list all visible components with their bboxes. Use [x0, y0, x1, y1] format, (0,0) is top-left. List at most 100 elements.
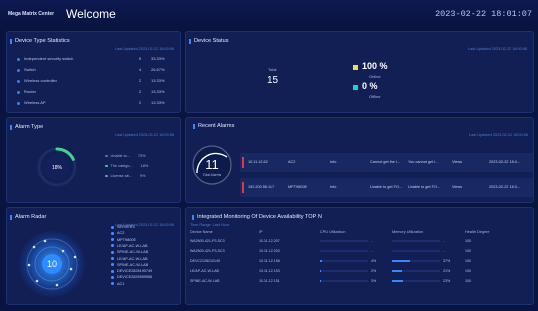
alarm-device: AC2: [288, 160, 296, 164]
device-type-name: Router: [24, 89, 37, 94]
radar-device-name: DEVICE2828190749: [117, 269, 153, 274]
device-type-percent: 13.33%: [151, 100, 165, 105]
table-row[interactable]: WA2600-421-FS,SC3 10.11.12.203 - - 100: [189, 246, 529, 256]
radar-device-item: LE/AP-AC-W-LAB: [111, 257, 148, 261]
online-label: Online: [369, 74, 381, 79]
mem-usage-value: 21%: [443, 269, 451, 273]
radar-device-item: SPINE-AC-W-LAB: [111, 250, 148, 254]
alarm-time: 192.200.56.117: [248, 185, 275, 189]
bullet-icon: [17, 69, 20, 72]
device-dot-icon: [111, 282, 114, 286]
bullet-icon: [17, 91, 20, 94]
device-status-panel: Device Status Last Updated 2023-02-22 18…: [185, 31, 534, 113]
radar-blip: [27, 263, 31, 267]
page-title: Welcome: [66, 7, 116, 21]
table-row[interactable]: SPINE-AC-W-LAB 10.11.12.151 3% 23% 100: [189, 276, 529, 286]
mem-usage-bar: [392, 260, 440, 262]
device-type-percent: 26.67%: [151, 67, 165, 72]
online-legend-swatch: [353, 65, 358, 70]
bullet-icon: [17, 102, 20, 105]
table-row[interactable]: LE/AP-AC-W-LAB 10.11.12.153 2% 21% 100: [189, 266, 529, 276]
time-range-label: Time Range: Last Hour: [190, 223, 230, 227]
device-name-cell: WA2600-421-FS,SC3: [190, 239, 225, 243]
alarm-level: Info: [330, 160, 337, 164]
mem-usage-bar: [392, 280, 440, 282]
device-type-count: 4: [139, 67, 142, 72]
radar-center-count: 10: [47, 259, 57, 269]
alarm-date: 2023-02-22 18:4...: [489, 160, 521, 164]
radar-device-name: AC2: [117, 231, 125, 236]
device-dot-icon: [111, 275, 114, 279]
alarm-row[interactable]: 10.11.12.62 AC2 Info Cannot get the l... You…: [240, 153, 534, 172]
last-updated: Last Updated 2023-02-22 18:00:56: [468, 47, 527, 51]
device-type-count: 5: [139, 56, 142, 61]
bullet-icon: [17, 58, 20, 61]
radar-blip: [43, 239, 47, 243]
device-dot-icon: [111, 257, 114, 260]
cpu-usage-bar: [320, 270, 368, 272]
device-type-percent: 13.33%: [151, 78, 165, 83]
radar-device-name: DEVICE2828959556: [117, 275, 153, 280]
radar-device-item: MPT9800E: [111, 238, 136, 242]
panel-title: Alarm Radar: [9, 214, 47, 220]
alarm-row[interactable]: 192.200.56.117 MPT9800E Info Unable to get …: [240, 178, 534, 197]
cpu-usage-bar: [320, 260, 368, 262]
alarm-type-percent: 73%: [137, 154, 146, 158]
cpu-usage-bar: [320, 240, 368, 242]
cpu-usage-fill: [320, 260, 322, 262]
alarm-type-label: Unable to...: [110, 154, 130, 158]
alarm-action[interactable]: Views: [452, 160, 462, 164]
column-header-health: Health Degree: [465, 230, 490, 234]
device-type-name: Switch: [24, 67, 36, 72]
mem-usage-value: 23%: [443, 279, 451, 283]
radar-blip: [61, 249, 65, 253]
device-type-name: Wireless controller: [24, 78, 57, 83]
mem-usage-fill: [392, 260, 410, 262]
device-type-row: Wireless controller 2 13.33%: [17, 78, 177, 86]
health-degree-cell: 100: [465, 239, 471, 243]
health-degree-cell: 100: [465, 269, 471, 273]
radar-device-item: AC1: [111, 282, 124, 286]
current-datetime: 2023-02-22 18:01:07: [435, 9, 532, 19]
radar-device-name: SPINE-AC-W-LAB: [117, 250, 149, 255]
health-degree-cell: 100: [465, 279, 471, 283]
offline-legend-swatch: [353, 85, 358, 90]
table-row[interactable]: WA2600-421-FS,SC3 10.11.12.207 - - 100: [189, 236, 529, 246]
column-header-cpu: CPU Utilization: [320, 230, 346, 234]
monitoring-title: Integrated Monitoring Of Device Availabi…: [192, 214, 322, 220]
alarm-date: 2023-02-22 18:3...: [489, 185, 521, 189]
mem-usage-bar: [392, 270, 440, 272]
device-dot-icon: [111, 244, 114, 248]
device-name-cell: SPINE-AC-W-LAB: [190, 279, 220, 283]
radar-device-item: LE/AP-AC-W-LAB: [111, 244, 148, 248]
device-name-cell: WA2600-421-FS,SC3: [190, 249, 225, 253]
alarm-type-label: License ab...: [110, 174, 133, 178]
severity-marker: [242, 157, 244, 168]
device-type-row: Wireless AP 2 13.33%: [17, 100, 177, 108]
total-alarms-count: 11: [205, 157, 219, 172]
device-type-row: Switch 4 26.67%: [17, 67, 177, 75]
column-header-ip: IP: [259, 230, 263, 234]
device-type-row: Independent security switch 5 33.33%: [17, 56, 177, 64]
device-dot-icon: [111, 225, 114, 229]
device-type-row: Router 2 13.33%: [17, 89, 177, 97]
total-alarms-label: Total Alarms: [203, 173, 222, 177]
device-dot-icon: [111, 263, 114, 267]
cpu-usage-fill: [320, 280, 322, 282]
mem-usage-value: -: [443, 239, 445, 243]
offline-label: Offline: [369, 94, 381, 99]
device-name-cell: DEVC2128210149: [190, 259, 220, 263]
table-row[interactable]: DEVC2128210149 10.11.12.158 4% 37% 100: [189, 256, 529, 266]
radar-device-name: LE/AP-AC-W-LAB: [117, 256, 148, 261]
legend-dot-icon: [105, 164, 108, 168]
alarm-action[interactable]: Views: [452, 185, 462, 189]
severity-marker: [242, 182, 244, 193]
recent-alarms-title: Recent Alarms: [192, 123, 235, 129]
device-dot-icon: [111, 269, 114, 273]
legend-dot-icon: [105, 174, 108, 178]
radar-device-name: LE/AP-AC-W-LAB: [117, 243, 148, 248]
alarm-radar-chart: 10: [19, 231, 85, 297]
device-name-cell: LE/AP-AC-W-LAB: [190, 269, 219, 273]
alarm-type-label: The catego...: [110, 164, 133, 168]
panel-title: Device Type Statistics: [10, 38, 70, 44]
